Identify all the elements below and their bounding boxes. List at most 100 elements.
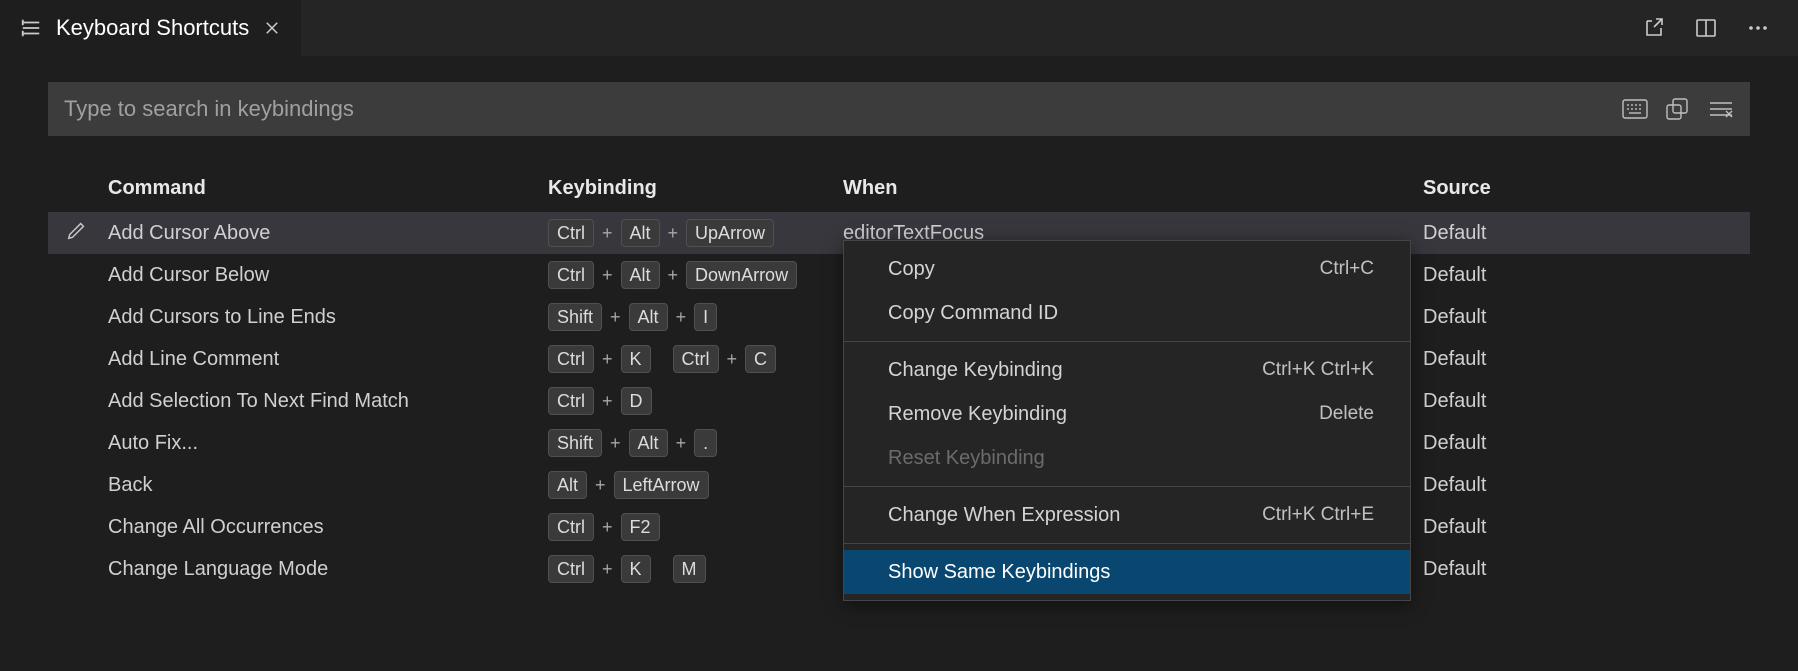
key-alt: Alt	[629, 429, 668, 457]
key-separator: +	[725, 349, 740, 370]
context-menu-label: Change When Expression	[888, 504, 1120, 527]
context-menu-label: Show Same Keybindings	[888, 561, 1110, 584]
clear-search-icon[interactable]	[1708, 99, 1734, 119]
search-action-icons	[1610, 98, 1734, 120]
context-menu-separator	[844, 486, 1410, 487]
record-keys-icon[interactable]	[1622, 99, 1648, 119]
tab-actions	[1642, 16, 1798, 40]
cell-keybinding: Shift+Alt+I	[548, 303, 843, 331]
cell-keybinding: Ctrl+KCtrl+C	[548, 345, 843, 373]
split-editor-icon[interactable]	[1694, 16, 1718, 40]
cell-source: Default	[1423, 516, 1750, 539]
tab-bar: Keyboard Shortcuts	[0, 0, 1798, 56]
cell-source: Default	[1423, 474, 1750, 497]
key-ctrl: Ctrl	[548, 555, 594, 583]
key-separator: +	[600, 517, 615, 538]
key-leftarrow: LeftArrow	[614, 471, 709, 499]
cell-keybinding: Ctrl + F2	[548, 513, 843, 541]
cell-keybinding: Ctrl + D	[548, 387, 843, 415]
table-header: Command Keybinding When Source	[48, 164, 1750, 212]
key-shift: Shift	[548, 429, 602, 457]
cell-source: Default	[1423, 306, 1750, 329]
open-keybindings-json-icon[interactable]	[1642, 16, 1666, 40]
tab-keyboard-shortcuts[interactable]: Keyboard Shortcuts	[0, 0, 302, 56]
more-actions-icon[interactable]	[1746, 16, 1770, 40]
key-separator: +	[600, 559, 615, 580]
key-ctrl: Ctrl	[548, 513, 594, 541]
key-k: K	[621, 345, 651, 373]
context-menu-item[interactable]: Remove Keybinding Delete	[844, 392, 1410, 436]
cell-keybinding: Ctrl + KM	[548, 555, 843, 583]
key-ctrl: Ctrl	[673, 345, 719, 373]
cell-keybinding: Ctrl+Alt+DownArrow	[548, 261, 843, 289]
cell-source: Default	[1423, 264, 1750, 287]
cell-keybinding: Ctrl+Alt+UpArrow	[548, 219, 843, 247]
cell-command: Add Line Comment	[108, 348, 548, 371]
col-header-keybinding[interactable]: Keybinding	[548, 177, 843, 200]
key-alt: Alt	[621, 261, 660, 289]
context-menu-label: Copy Command ID	[888, 302, 1058, 325]
key-downarrow: DownArrow	[686, 261, 797, 289]
key-ctrl: Ctrl	[548, 345, 594, 373]
cell-command: Change All Occurrences	[108, 516, 548, 539]
key-separator: +	[666, 223, 681, 244]
cell-command: Auto Fix...	[108, 432, 548, 455]
context-menu-item[interactable]: Change When Expression Ctrl+K Ctrl+E	[844, 493, 1410, 537]
key-alt: Alt	[548, 471, 587, 499]
key-separator: +	[600, 349, 615, 370]
key-c: C	[745, 345, 776, 373]
cell-command: Add Cursors to Line Ends	[108, 306, 548, 329]
edit-icon[interactable]	[66, 219, 88, 247]
key-separator: +	[608, 307, 623, 328]
context-menu-item[interactable]: Change KeybindingCtrl+K Ctrl+K	[844, 348, 1410, 392]
key-ctrl: Ctrl	[548, 387, 594, 415]
tabs: Keyboard Shortcuts	[0, 0, 302, 56]
context-menu-item[interactable]: Copy Command ID	[844, 291, 1410, 335]
key-separator: +	[600, 265, 615, 286]
context-menu-label: Remove Keybinding	[888, 403, 1067, 426]
search-input[interactable]	[64, 96, 1610, 122]
context-menu-item: Reset Keybinding	[844, 436, 1410, 480]
key-d: D	[621, 387, 652, 415]
key-ctrl: Ctrl	[548, 219, 594, 247]
key-separator: +	[674, 433, 689, 454]
cell-source: Default	[1423, 432, 1750, 455]
close-icon[interactable]	[263, 19, 281, 37]
cell-command: Add Selection To Next Find Match	[108, 390, 548, 413]
search-bar	[48, 82, 1750, 136]
cell-command: Add Cursor Above	[108, 222, 548, 245]
key-m: M	[673, 555, 706, 583]
cell-command: Change Language Mode	[108, 558, 548, 581]
context-menu-label: Reset Keybinding	[888, 447, 1045, 470]
key-f2: F2	[621, 513, 660, 541]
context-menu-separator	[844, 543, 1410, 544]
context-menu-label: Change Keybinding	[888, 359, 1063, 382]
cell-command: Add Cursor Below	[108, 264, 548, 287]
context-menu-separator	[844, 341, 1410, 342]
context-menu-accel: Ctrl+C	[1320, 258, 1374, 280]
key-uparrow: UpArrow	[686, 219, 774, 247]
col-header-command[interactable]: Command	[48, 177, 548, 200]
key-k: K	[621, 555, 651, 583]
sort-precedence-icon[interactable]	[1666, 98, 1690, 120]
cell-keybinding: Shift + Alt +.	[548, 429, 843, 457]
key-separator: +	[674, 307, 689, 328]
key-separator: +	[600, 391, 615, 412]
context-menu-label: Copy	[888, 258, 935, 281]
key-i: I	[694, 303, 717, 331]
context-menu-accel: Ctrl+K Ctrl+E	[1262, 504, 1374, 526]
context-menu-item[interactable]: Copy Ctrl+C	[844, 247, 1410, 291]
key-separator: +	[600, 223, 615, 244]
context-menu-item[interactable]: Show Same Keybindings	[844, 550, 1410, 594]
key-separator: +	[608, 433, 623, 454]
col-header-when[interactable]: When	[843, 177, 1423, 200]
key-alt: Alt	[621, 219, 660, 247]
cell-source: Default	[1423, 348, 1750, 371]
col-header-source[interactable]: Source	[1423, 177, 1750, 200]
cell-source: Default	[1423, 390, 1750, 413]
cell-keybinding: Alt+LeftArrow	[548, 471, 843, 499]
key-ctrl: Ctrl	[548, 261, 594, 289]
context-menu-accel: Delete	[1319, 403, 1374, 425]
key-shift: Shift	[548, 303, 602, 331]
key-.: .	[694, 429, 717, 457]
